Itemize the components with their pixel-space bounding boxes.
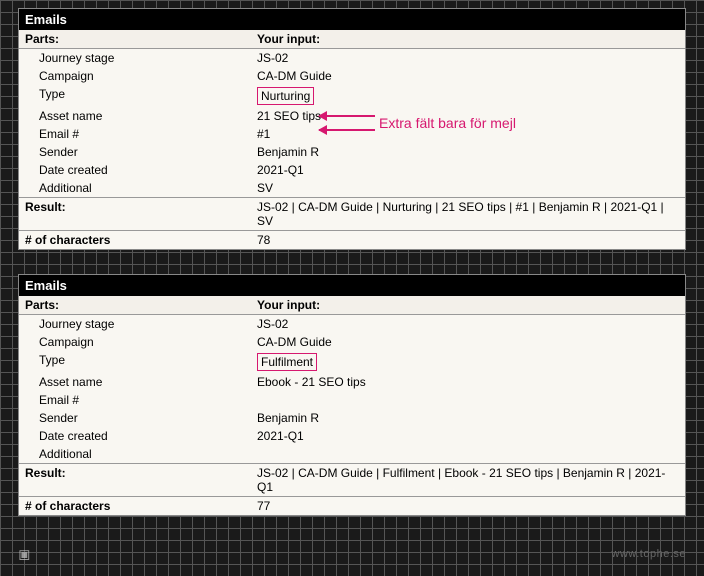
row-value: Benjamin R <box>251 143 685 161</box>
row-value: #1 <box>251 125 685 143</box>
header-input: Your input: <box>251 296 685 315</box>
table-row: Journey stageJS-02 <box>19 49 685 68</box>
header-parts: Parts: <box>19 30 251 49</box>
row-label: Journey stage <box>19 315 251 334</box>
table-row: Asset nameEbook - 21 SEO tips <box>19 373 685 391</box>
table-header: Parts: Your input: <box>19 30 685 49</box>
table-row: Asset name21 SEO tips <box>19 107 685 125</box>
parts-table: Parts: Your input: Journey stageJS-02 Ca… <box>19 30 685 249</box>
row-label: Email # <box>19 125 251 143</box>
row-label: Date created <box>19 427 251 445</box>
footer-url: www.tophe.se <box>612 548 686 560</box>
row-value: 2021-Q1 <box>251 161 685 179</box>
header-input: Your input: <box>251 30 685 49</box>
card-title: Emails <box>19 9 685 30</box>
row-value: Benjamin R <box>251 409 685 427</box>
chars-label: # of characters <box>19 231 251 250</box>
row-label: Asset name <box>19 373 251 391</box>
row-label: Campaign <box>19 333 251 351</box>
row-label: Sender <box>19 143 251 161</box>
row-value: SV <box>251 179 685 198</box>
table-row: CampaignCA-DM Guide <box>19 333 685 351</box>
row-value: Nurturing <box>251 85 685 107</box>
row-label: Sender <box>19 409 251 427</box>
table-row: SenderBenjamin R <box>19 409 685 427</box>
chars-value: 78 <box>251 231 685 250</box>
card-title: Emails <box>19 275 685 296</box>
row-value <box>251 445 685 464</box>
chars-row: # of characters77 <box>19 497 685 516</box>
row-label: Additional <box>19 179 251 198</box>
table-row: Date created2021-Q1 <box>19 427 685 445</box>
result-row: Result:JS-02 | CA-DM Guide | Fulfilment … <box>19 464 685 497</box>
logo-icon: ◈ <box>13 542 38 567</box>
table-row: CampaignCA-DM Guide <box>19 67 685 85</box>
row-value: 2021-Q1 <box>251 427 685 445</box>
table-row: Email ##1 <box>19 125 685 143</box>
email-table-card: Emails Parts: Your input: Journey stageJ… <box>18 8 686 250</box>
row-value: Ebook - 21 SEO tips <box>251 373 685 391</box>
row-label: Journey stage <box>19 49 251 68</box>
table-row: Date created2021-Q1 <box>19 161 685 179</box>
footer: ◈ www.tophe.se <box>0 540 704 568</box>
row-value: Fulfilment <box>251 351 685 373</box>
row-label: Asset name <box>19 107 251 125</box>
email-table-card: Emails Parts: Your input: Journey stageJ… <box>18 274 686 516</box>
row-value: JS-02 <box>251 49 685 68</box>
chars-row: # of characters78 <box>19 231 685 250</box>
result-row: Result:JS-02 | CA-DM Guide | Nurturing |… <box>19 198 685 231</box>
table-header: Parts: Your input: <box>19 296 685 315</box>
row-value: CA-DM Guide <box>251 67 685 85</box>
chars-value: 77 <box>251 497 685 516</box>
table-row: Journey stageJS-02 <box>19 315 685 334</box>
table-row: Type Nurturing <box>19 85 685 107</box>
row-value: 21 SEO tips <box>251 107 685 125</box>
row-label: Campaign <box>19 67 251 85</box>
row-label: Type <box>19 85 251 107</box>
table-row: Email # <box>19 391 685 409</box>
row-value <box>251 391 685 409</box>
result-label: Result: <box>19 464 251 497</box>
result-label: Result: <box>19 198 251 231</box>
content: Emails Parts: Your input: Journey stageJ… <box>18 8 686 540</box>
row-label: Email # <box>19 391 251 409</box>
header-parts: Parts: <box>19 296 251 315</box>
row-label: Date created <box>19 161 251 179</box>
table-row: Additional <box>19 445 685 464</box>
row-label: Type <box>19 351 251 373</box>
result-value: JS-02 | CA-DM Guide | Nurturing | 21 SEO… <box>251 198 685 231</box>
table-row: SenderBenjamin R <box>19 143 685 161</box>
parts-table: Parts: Your input: Journey stageJS-02 Ca… <box>19 296 685 515</box>
row-value: CA-DM Guide <box>251 333 685 351</box>
result-value: JS-02 | CA-DM Guide | Fulfilment | Ebook… <box>251 464 685 497</box>
table-row: Type Fulfilment <box>19 351 685 373</box>
chars-label: # of characters <box>19 497 251 516</box>
highlighted-value: Fulfilment <box>257 353 317 371</box>
highlighted-value: Nurturing <box>257 87 314 105</box>
table-row: AdditionalSV <box>19 179 685 198</box>
row-label: Additional <box>19 445 251 464</box>
row-value: JS-02 <box>251 315 685 334</box>
